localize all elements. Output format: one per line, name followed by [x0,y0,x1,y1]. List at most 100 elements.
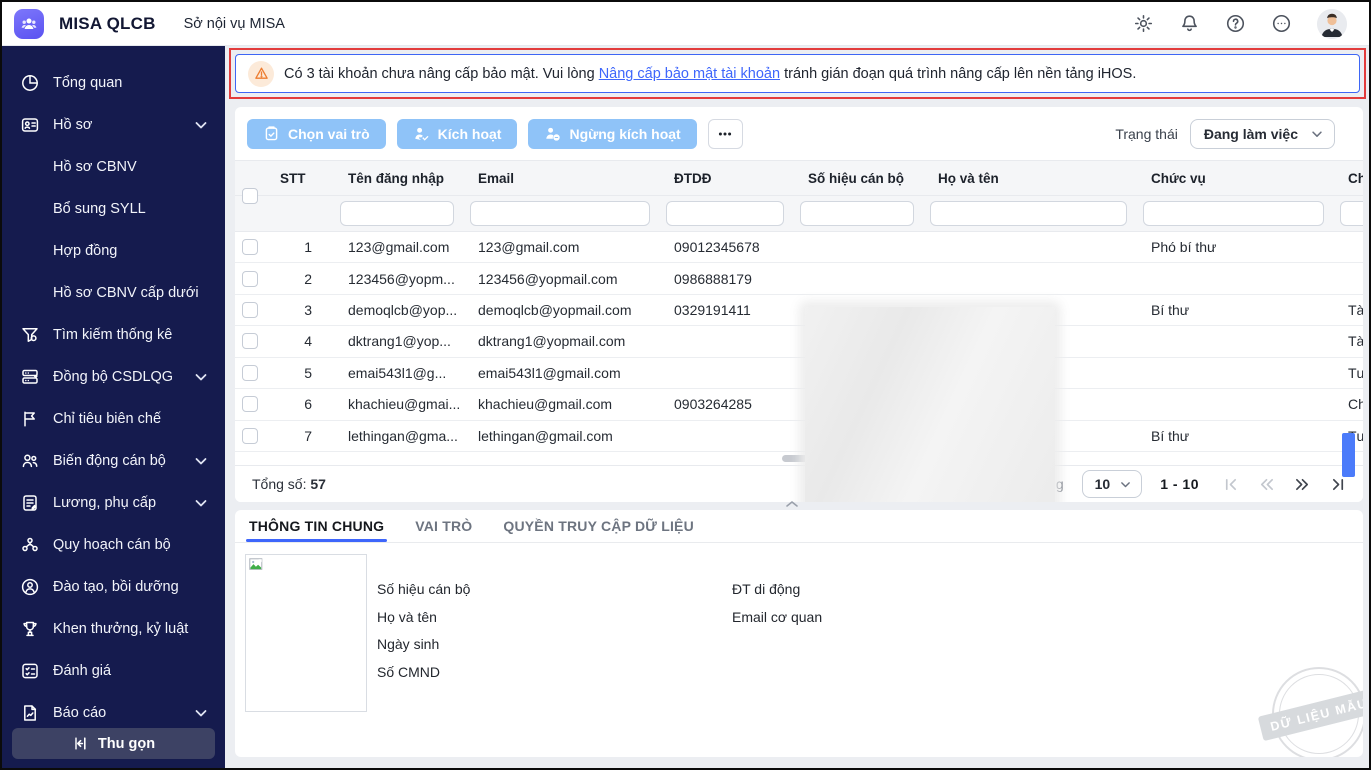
panel-splitter-handle[interactable] [781,498,803,510]
cell-username: demoqlcb@yop... [332,302,462,318]
page-range: 1 - 10 [1160,476,1199,492]
tab-quyen-truy-cap-du-lieu[interactable]: QUYỀN TRUY CẬP DỮ LIỆU [503,518,694,534]
filter-phone-input[interactable] [666,201,784,226]
filter-ho-ten-input[interactable] [930,201,1127,226]
last-page-button[interactable] [1331,477,1346,492]
table-row[interactable]: 4 dktrang1@yop... dktrang1@yopmail.com T… [235,326,1363,357]
sidebar-item-ho-so-cbnv[interactable]: Hồ sơ CBNV [2,146,225,188]
row-checkbox[interactable] [242,271,258,287]
cell-chuc-danh: Tư phá [1332,365,1363,381]
pie-chart-icon [20,73,40,93]
help-icon[interactable] [1225,13,1246,34]
row-checkbox[interactable] [242,428,258,444]
cell-email: khachieu@gmail.com [462,396,658,412]
cell-phone: 0986888179 [658,271,792,287]
filter-email-input[interactable] [470,201,650,226]
cell-username: lethingan@gma... [332,428,462,444]
vertical-scrollbar-thumb[interactable] [1342,433,1355,477]
org-name: Sở nội vụ MISA [184,16,285,32]
table-row[interactable]: 7 lethingan@gma... lethingan@gmail.com B… [235,421,1363,452]
people-logo-icon [19,14,39,34]
row-checkbox[interactable] [242,365,258,381]
sidebar-item-tong-quan[interactable]: Tổng quan [2,62,225,104]
filter-chuc-vu-input[interactable] [1143,201,1324,226]
sidebar-item-hop-dong[interactable]: Hợp đồng [2,230,225,272]
sidebar-item-ho-so-cbnv-cap-duoi[interactable]: Hồ sơ CBNV cấp dưới [2,272,225,314]
sidebar-item-luong-phu-cap[interactable]: Lương, phụ cấp [2,482,225,524]
person-check-icon [413,125,430,142]
column-header-so-hieu[interactable]: Số hiệu cán bộ [792,171,922,186]
sidebar-item-tim-kiem-thong-ke[interactable]: Tìm kiếm thống kê [2,314,225,356]
notifications-icon[interactable] [1179,13,1200,34]
column-header-chuc-danh[interactable]: Chức danh [1332,171,1363,186]
sidebar-item-chi-tieu-bien-che[interactable]: Chỉ tiêu biên chế [2,398,225,440]
deactivate-button[interactable]: Ngừng kích hoạt [528,119,696,149]
cell-stt: 6 [264,396,332,412]
sidebar-item-ho-so[interactable]: Hồ sơ [2,104,225,146]
cell-stt: 4 [264,333,332,349]
cell-stt: 1 [264,239,332,255]
detail-panel: THÔNG TIN CHUNG VAI TRÒ QUYỀN TRUY CẬP D… [235,510,1363,757]
user-avatar[interactable] [1317,9,1347,39]
person-circle-icon [20,577,40,597]
collapse-sidebar-button[interactable]: Thu gọn [12,728,215,759]
redacted-data-blur [805,307,1055,502]
sidebar-item-bo-sung-syll[interactable]: Bổ sung SYLL [2,188,225,230]
sidebar-item-khen-thuong-ky-luat[interactable]: Khen thưởng, kỷ luật [2,608,225,650]
choose-role-button[interactable]: Chọn vai trò [247,119,386,149]
column-header-email[interactable]: Email [462,171,658,186]
clipboard-icon [263,125,280,142]
cell-email: 123456@yopmail.com [462,271,658,287]
sidebar-item-bien-dong-can-bo[interactable]: Biến động cán bộ [2,440,225,482]
status-filter-select[interactable]: Đang làm việc [1190,119,1335,149]
horizontal-scrollbar[interactable] [235,455,1347,463]
row-checkbox[interactable] [242,396,258,412]
table-row[interactable]: 6 khachieu@gmai... khachieu@gmail.com 09… [235,389,1363,420]
more-actions-button[interactable] [708,119,743,149]
cell-username: 123456@yopm... [332,271,462,287]
detail-fields-right: ĐT di động Email cơ quan [732,582,822,624]
more-icon[interactable] [1271,13,1292,34]
filter-so-hieu-input[interactable] [800,201,914,226]
column-header-stt[interactable]: STT [264,171,332,186]
previous-page-button[interactable] [1259,477,1274,492]
activate-button[interactable]: Kích hoạt [397,119,518,149]
filter-username-input[interactable] [340,201,454,226]
select-all-checkbox[interactable] [242,188,258,204]
cell-username: dktrang1@yop... [332,333,462,349]
sidebar-item-dong-bo-csdlqg[interactable]: Đồng bộ CSDLQG [2,356,225,398]
sidebar-item-dao-tao-boi-duong[interactable]: Đào tạo, bồi dưỡng [2,566,225,608]
next-page-button[interactable] [1295,477,1310,492]
upgrade-security-link[interactable]: Nâng cấp bảo mật tài khoản [599,66,780,82]
table-row[interactable]: 3 demoqlcb@yop... demoqlcb@yopmail.com 0… [235,295,1363,326]
column-header-username[interactable]: Tên đăng nhập [332,171,462,186]
table-row[interactable]: 2 123456@yopm... 123456@yopmail.com 0986… [235,263,1363,294]
cell-chuc-danh: Tài chí [1332,302,1363,318]
table-filter-row [235,196,1363,232]
rows-per-page-select[interactable]: 10 [1082,470,1143,498]
alert-text: Có 3 tài khoản chưa nâng cấp bảo mật. Vu… [284,66,1136,82]
settings-icon[interactable] [1133,13,1154,34]
tab-vai-tro[interactable]: VAI TRÒ [415,518,472,534]
tab-thong-tin-chung[interactable]: THÔNG TIN CHUNG [249,518,384,534]
cell-username: khachieu@gmai... [332,396,462,412]
first-page-button[interactable] [1223,477,1238,492]
sidebar-item-danh-gia[interactable]: Đánh giá [2,650,225,692]
filter-chuc-danh-input[interactable] [1340,201,1363,226]
employee-photo-placeholder [245,554,367,712]
sidebar: Tổng quan Hồ sơ Hồ sơ CBNV Bổ sung SYLL … [2,46,225,770]
row-checkbox[interactable] [242,239,258,255]
row-checkbox[interactable] [242,302,258,318]
sidebar-item-quy-hoach-can-bo[interactable]: Quy hoạch cán bộ [2,524,225,566]
table-row[interactable]: 5 emai543l1@g... emai543l1@gmail.com Tư … [235,358,1363,389]
column-header-phone[interactable]: ĐTDĐ [658,171,792,186]
table-row[interactable]: 1 123@gmail.com 123@gmail.com 0901234567… [235,232,1363,263]
chevron-down-icon [193,117,209,133]
row-checkbox[interactable] [242,333,258,349]
column-header-chuc-vu[interactable]: Chức vụ [1135,171,1332,186]
table-footer: Tổng số: 57 Số dòng/trang 10 1 - 10 [235,465,1363,502]
cell-username: 123@gmail.com [332,239,462,255]
app-title: MISA QLCB [59,14,156,34]
accounts-table: STT Tên đăng nhập Email ĐTDĐ Số hiệu cán… [235,160,1363,452]
column-header-ho-ten[interactable]: Họ và tên [922,171,1135,186]
